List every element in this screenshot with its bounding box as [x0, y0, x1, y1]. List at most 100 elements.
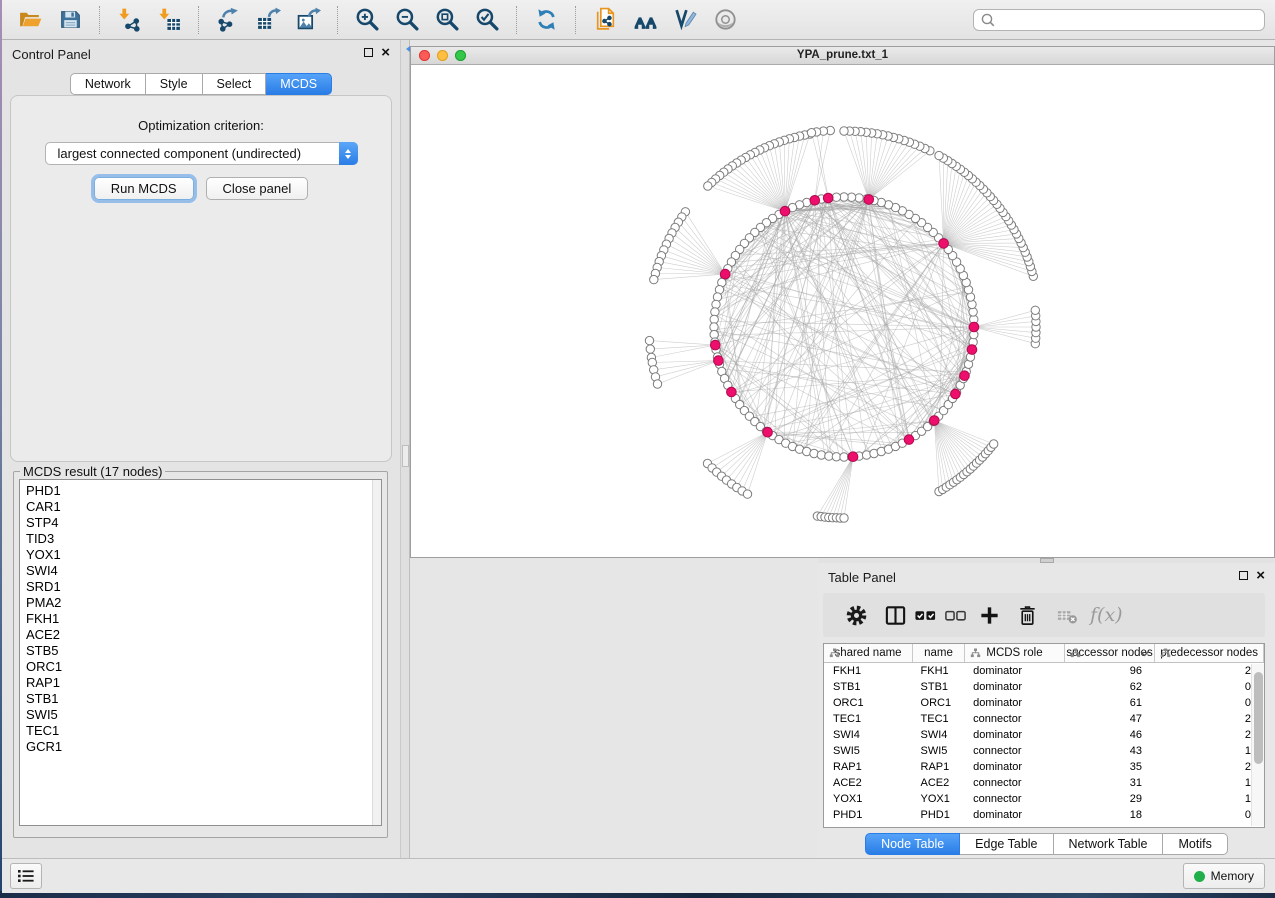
mcds-node[interactable]: [720, 269, 730, 279]
table-row[interactable]: ORC1ORC1dominator610: [824, 695, 1264, 711]
close-panel-button[interactable]: Close panel: [206, 177, 309, 200]
delete-column-button[interactable]: [1012, 598, 1042, 632]
refresh-view-button[interactable]: [529, 4, 563, 36]
control-panel-close-button[interactable]: ×: [381, 47, 390, 58]
table-row[interactable]: FKH1FKH1dominator962: [824, 663, 1264, 679]
control-panel-float-button[interactable]: [364, 48, 373, 57]
show-columns-button[interactable]: [880, 598, 910, 632]
mcds-node[interactable]: [939, 239, 949, 249]
delete-table-button[interactable]: [1052, 598, 1082, 632]
mcds-result-item[interactable]: RAP1: [26, 675, 381, 691]
table-row[interactable]: ACE2ACE2connector311: [824, 775, 1264, 791]
maximize-window-icon[interactable]: [455, 50, 466, 61]
mcds-node[interactable]: [780, 206, 790, 216]
table-row[interactable]: TEC1TEC1connector472: [824, 711, 1264, 727]
tab-edge-table[interactable]: Edge Table: [960, 833, 1053, 855]
tab-mcds[interactable]: MCDS: [266, 73, 332, 95]
select-all-button[interactable]: [910, 598, 940, 632]
mcds-result-item[interactable]: PHD1: [26, 483, 381, 499]
show-hide-details-button[interactable]: [708, 4, 742, 36]
mcds-node[interactable]: [711, 340, 721, 350]
table-panel-close-button[interactable]: ×: [1256, 570, 1265, 581]
table-settings-button[interactable]: [841, 598, 871, 632]
open-file-button[interactable]: [13, 4, 47, 36]
mcds-result-item[interactable]: YOX1: [26, 547, 381, 563]
export-table-button[interactable]: [251, 4, 285, 36]
save-session-button[interactable]: [53, 4, 87, 36]
mcds-node[interactable]: [810, 196, 820, 206]
table-row[interactable]: YOX1YOX1connector291: [824, 791, 1264, 807]
zoom-selected-button[interactable]: [470, 4, 504, 36]
criterion-select[interactable]: largest connected component (undirected): [45, 142, 358, 165]
mcds-node[interactable]: [714, 356, 724, 366]
mcds-node[interactable]: [951, 389, 961, 399]
network-documents-button[interactable]: [588, 4, 622, 36]
vertical-splitter[interactable]: [400, 40, 410, 858]
tab-select[interactable]: Select: [203, 73, 267, 95]
mcds-node[interactable]: [960, 371, 970, 381]
mcds-result-scrollbar[interactable]: [372, 480, 381, 825]
column-header-successor-nodes[interactable]: successor nodes: [1065, 644, 1155, 662]
network-canvas[interactable]: [411, 66, 1274, 557]
mcds-result-item[interactable]: STB5: [26, 643, 381, 659]
zoom-fit-button[interactable]: [430, 4, 464, 36]
export-image-button[interactable]: [291, 4, 325, 36]
vertical-splitter-grip[interactable]: [402, 445, 409, 467]
export-network-button[interactable]: [211, 4, 245, 36]
table-row[interactable]: RAP1RAP1dominator352: [824, 759, 1264, 775]
mcds-result-item[interactable]: STB1: [26, 691, 381, 707]
mcds-result-item[interactable]: GCR1: [26, 739, 381, 755]
table-row[interactable]: PHD1PHD1dominator180: [824, 807, 1264, 823]
minimize-window-icon[interactable]: [437, 50, 448, 61]
mcds-node[interactable]: [967, 345, 977, 355]
table-panel-float-button[interactable]: [1239, 571, 1248, 580]
run-mcds-button[interactable]: Run MCDS: [94, 177, 194, 200]
tab-network-table[interactable]: Network Table: [1054, 833, 1164, 855]
import-table-button[interactable]: [152, 4, 186, 36]
tab-motifs[interactable]: Motifs: [1163, 833, 1227, 855]
mcds-node[interactable]: [848, 452, 858, 462]
mcds-node[interactable]: [864, 195, 874, 205]
mcds-result-item[interactable]: FKH1: [26, 611, 381, 627]
mcds-result-item[interactable]: PMA2: [26, 595, 381, 611]
import-network-button[interactable]: [112, 4, 146, 36]
mcds-result-item[interactable]: SWI5: [26, 707, 381, 723]
mcds-result-item[interactable]: TID3: [26, 531, 381, 547]
toggle-visual-mapping-button[interactable]: [668, 4, 702, 36]
mcds-node[interactable]: [904, 435, 914, 445]
column-header-name[interactable]: name: [913, 644, 965, 662]
memory-button[interactable]: Memory: [1183, 863, 1265, 889]
tab-style[interactable]: Style: [146, 73, 203, 95]
mcds-result-item[interactable]: SRD1: [26, 579, 381, 595]
mcds-result-item[interactable]: STP4: [26, 515, 381, 531]
mcds-node[interactable]: [763, 427, 773, 437]
mcds-node[interactable]: [823, 193, 833, 203]
add-column-button[interactable]: [974, 598, 1004, 632]
column-header-predecessor-nodes[interactable]: predecessor nodes: [1155, 644, 1264, 662]
mcds-result-item[interactable]: ORC1: [26, 659, 381, 675]
mcds-node[interactable]: [727, 387, 737, 397]
zoom-out-button[interactable]: [390, 4, 424, 36]
network-overview-button[interactable]: [628, 4, 662, 36]
function-builder-icon[interactable]: f(x): [1090, 604, 1123, 626]
mcds-result-list[interactable]: PHD1CAR1STP4TID3YOX1SWI4SRD1PMA2FKH1ACE2…: [19, 479, 382, 826]
table-scrollbar[interactable]: [1251, 664, 1264, 826]
mcds-node[interactable]: [969, 322, 979, 332]
mcds-node[interactable]: [930, 416, 940, 426]
tab-network[interactable]: Network: [70, 73, 146, 95]
column-header-shared-name[interactable]: shared name: [824, 644, 913, 662]
tab-node-table[interactable]: Node Table: [865, 833, 960, 855]
table-row[interactable]: SWI5SWI5connector431: [824, 743, 1264, 759]
mcds-result-item[interactable]: TEC1: [26, 723, 381, 739]
mcds-result-item[interactable]: CAR1: [26, 499, 381, 515]
table-scrollbar-thumb[interactable]: [1254, 672, 1263, 764]
ui-settings-button[interactable]: [10, 863, 42, 889]
zoom-in-button[interactable]: [350, 4, 384, 36]
close-window-icon[interactable]: [419, 50, 430, 61]
mcds-result-item[interactable]: ACE2: [26, 627, 381, 643]
table-row[interactable]: SWI4SWI4dominator462: [824, 727, 1264, 743]
column-header-mcds-role[interactable]: MCDS role: [965, 644, 1065, 662]
search-input[interactable]: [996, 13, 1258, 27]
table-row[interactable]: STB1STB1dominator620: [824, 679, 1264, 695]
deselect-all-button[interactable]: [940, 598, 970, 632]
